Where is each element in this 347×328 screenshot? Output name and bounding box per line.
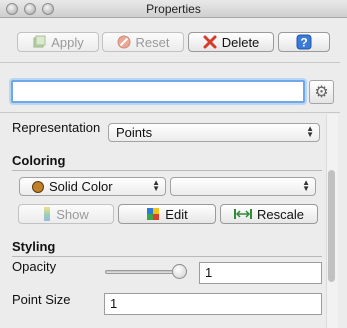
help-button[interactable]: ? <box>278 32 330 52</box>
representation-label: Representation <box>12 120 101 135</box>
solid-color-swatch-icon <box>32 181 44 193</box>
styling-heading-rule <box>12 256 322 257</box>
delete-label: Delete <box>221 34 260 50</box>
delete-button[interactable]: Delete <box>188 32 274 52</box>
color-mode-select[interactable]: Solid Color ▲ ▼ <box>19 177 166 196</box>
help-icon: ? <box>296 34 312 50</box>
opacity-field[interactable]: 1 <box>199 262 322 284</box>
apply-label: Apply <box>51 34 84 50</box>
chevron-updown-icon: ▲ ▼ <box>152 178 160 193</box>
show-colorbar-button[interactable]: Show <box>18 204 114 224</box>
help-glyph: ? <box>300 36 307 50</box>
point-size-field[interactable]: 1 <box>104 293 322 315</box>
rescale-label: Rescale <box>257 206 304 222</box>
window-titlebar: Properties <box>0 0 347 18</box>
edit-colormap-button[interactable]: Edit <box>118 204 216 224</box>
advanced-settings-button[interactable]: ⚙ <box>309 80 334 104</box>
color-mode-value: Solid Color <box>49 179 113 194</box>
point-size-label: Point Size <box>12 292 71 307</box>
chevron-updown-icon: ▲ ▼ <box>306 124 314 139</box>
search-divider <box>0 112 340 113</box>
color-array-select[interactable]: ▲ ▼ <box>170 177 316 196</box>
point-size-value: 1 <box>110 296 118 311</box>
toolbar-divider <box>0 62 340 63</box>
coloring-heading: Coloring <box>12 153 66 168</box>
styling-heading: Styling <box>12 239 56 254</box>
window-title: Properties <box>146 2 201 16</box>
representation-select[interactable]: Points ▲ ▼ <box>108 123 320 142</box>
colorbar-icon <box>43 207 51 221</box>
delete-x-icon <box>203 35 217 49</box>
gear-icon: ⚙ <box>314 84 329 101</box>
rescale-icon <box>234 207 253 221</box>
coloring-heading-rule <box>12 170 322 171</box>
reset-button[interactable]: Reset <box>102 32 184 52</box>
show-label: Show <box>56 206 89 222</box>
apply-icon <box>32 35 46 49</box>
representation-value: Points <box>116 125 153 140</box>
edit-colormap-icon <box>146 207 160 221</box>
chevron-updown-icon: ▲ ▼ <box>302 178 310 193</box>
reset-icon <box>117 35 131 49</box>
opacity-label: Opacity <box>12 259 57 274</box>
rescale-button[interactable]: Rescale <box>220 204 318 224</box>
opacity-slider-handle[interactable] <box>172 264 187 279</box>
search-input[interactable] <box>11 80 305 103</box>
scrollbar-thumb[interactable] <box>328 170 335 282</box>
opacity-value: 1 <box>205 265 213 280</box>
apply-button[interactable]: Apply <box>17 32 99 52</box>
edit-label: Edit <box>165 206 188 222</box>
reset-label: Reset <box>135 34 170 50</box>
